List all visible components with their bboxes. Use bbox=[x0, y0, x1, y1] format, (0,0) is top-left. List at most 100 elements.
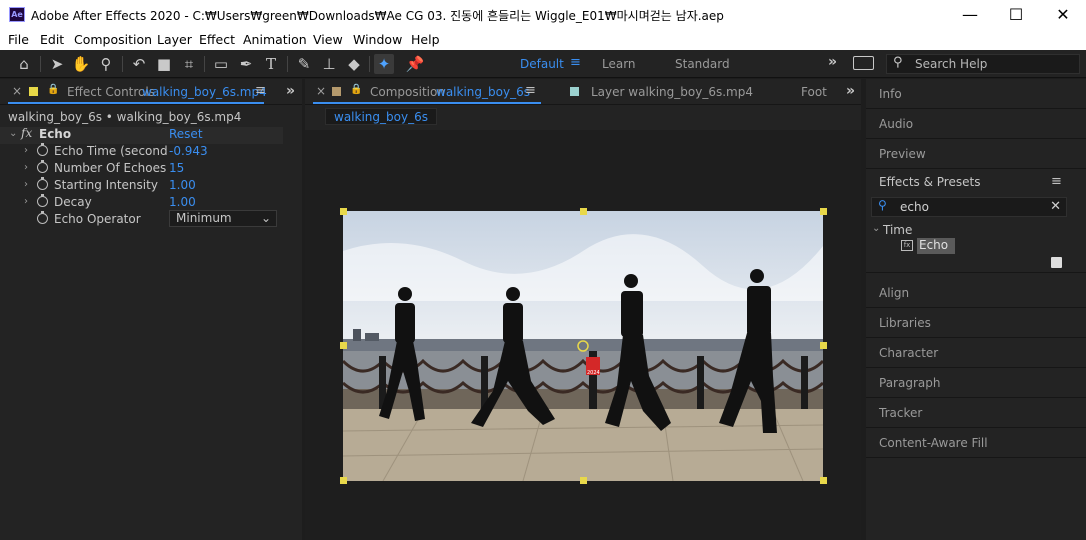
after-effects-app-icon: Ae bbox=[9, 7, 25, 22]
panel-menu-icon[interactable]: ≡ bbox=[255, 83, 266, 98]
echo-time-value[interactable]: -0.943 bbox=[169, 144, 208, 158]
starting-intensity-value[interactable]: 1.00 bbox=[169, 178, 196, 192]
composition-frame[interactable]: 2024 bbox=[343, 211, 823, 481]
minimize-button[interactable]: — bbox=[947, 0, 993, 30]
workspace-menu-icon[interactable]: ≡ bbox=[570, 55, 581, 70]
maximize-button[interactable]: ☐ bbox=[993, 0, 1039, 30]
menu-view[interactable]: View bbox=[313, 32, 343, 47]
stopwatch-icon[interactable] bbox=[37, 194, 48, 207]
more-workspaces-icon[interactable]: » bbox=[828, 54, 837, 70]
panel-libraries[interactable]: Libraries bbox=[866, 308, 1086, 338]
hand-tool-icon[interactable]: ✋ bbox=[71, 54, 91, 74]
echo-operator-dropdown[interactable]: Minimum ⌄ bbox=[169, 210, 277, 227]
panel-menu-icon[interactable]: ≡ bbox=[1051, 174, 1062, 189]
menu-animation[interactable]: Animation bbox=[243, 32, 307, 47]
reset-link[interactable]: Reset bbox=[169, 127, 203, 141]
comp-subtab[interactable]: walking_boy_6s bbox=[325, 108, 437, 125]
workspace-layout-icon[interactable] bbox=[853, 56, 874, 70]
panel-info[interactable]: Info bbox=[866, 79, 1086, 109]
rectangle-tool-icon[interactable]: ▭ bbox=[211, 54, 231, 74]
puppet-pin-tool-icon[interactable]: 📌 bbox=[405, 54, 425, 74]
search-icon: ⚲ bbox=[893, 55, 903, 70]
transform-handle[interactable] bbox=[820, 208, 827, 215]
tab-effect-controls-file[interactable]: walking_boy_6s.mp4 bbox=[142, 85, 267, 99]
lock-icon[interactable]: 🔒 bbox=[47, 84, 59, 95]
new-bin-icon[interactable] bbox=[1051, 257, 1062, 268]
fx-icon[interactable]: fx bbox=[21, 126, 32, 140]
zoom-tool-icon[interactable]: ⚲ bbox=[96, 54, 116, 74]
tab-footage[interactable]: Foot bbox=[801, 85, 827, 99]
stopwatch-icon[interactable] bbox=[37, 160, 48, 173]
transform-handle[interactable] bbox=[820, 477, 827, 484]
tree-item-echo[interactable]: Echo bbox=[917, 238, 955, 254]
transform-handle[interactable] bbox=[580, 477, 587, 484]
workspace-learn[interactable]: Learn bbox=[602, 57, 636, 71]
panel-tracker[interactable]: Tracker bbox=[866, 398, 1086, 428]
pan-behind-tool-icon[interactable]: ⌗ bbox=[179, 54, 199, 74]
expand-arrow-icon[interactable]: › bbox=[24, 196, 28, 207]
effects-search-field[interactable]: ⚲ echo ✕ bbox=[871, 197, 1067, 217]
lock-icon[interactable]: 🔒 bbox=[350, 84, 362, 95]
search-help-field[interactable]: ⚲ Search Help bbox=[886, 54, 1080, 74]
transform-handle[interactable] bbox=[340, 477, 347, 484]
workspace-default[interactable]: Default bbox=[520, 57, 564, 71]
panel-paragraph[interactable]: Paragraph bbox=[866, 368, 1086, 398]
selection-tool-icon[interactable]: ➤ bbox=[47, 54, 67, 74]
tab-composition-name[interactable]: walking_boy_6s bbox=[436, 85, 530, 99]
eraser-tool-icon[interactable]: ◆ bbox=[344, 54, 364, 74]
close-tab-icon[interactable]: × bbox=[316, 84, 326, 98]
menu-layer[interactable]: Layer bbox=[157, 32, 192, 47]
stopwatch-icon[interactable] bbox=[37, 143, 48, 156]
type-tool-icon[interactable]: T bbox=[261, 54, 281, 74]
expand-arrow-icon[interactable]: › bbox=[24, 179, 28, 190]
pen-tool-icon[interactable]: ✒ bbox=[236, 54, 256, 74]
menu-edit[interactable]: Edit bbox=[40, 32, 64, 47]
effects-presets-title[interactable]: Effects & Presets bbox=[879, 175, 980, 189]
more-panels-icon[interactable]: » bbox=[286, 83, 295, 99]
effect-header-row[interactable]: ⌄ fx Echo Reset bbox=[0, 126, 283, 144]
panel-content-aware-fill-label: Content-Aware Fill bbox=[879, 436, 988, 450]
workspace-standard[interactable]: Standard bbox=[675, 57, 730, 71]
panel-info-label: Info bbox=[879, 87, 902, 101]
panel-preview[interactable]: Preview bbox=[866, 139, 1086, 169]
expand-arrow-icon[interactable]: › bbox=[24, 162, 28, 173]
transform-handle[interactable] bbox=[820, 342, 827, 349]
number-of-echoes-value[interactable]: 15 bbox=[169, 161, 184, 175]
panel-menu-icon[interactable]: ≡ bbox=[525, 83, 536, 98]
close-tab-icon[interactable]: × bbox=[12, 84, 22, 98]
stopwatch-icon[interactable] bbox=[37, 211, 48, 224]
panel-character[interactable]: Character bbox=[866, 338, 1086, 368]
expand-arrow-icon[interactable]: ⌄ bbox=[872, 223, 880, 234]
close-window-button[interactable]: ✕ bbox=[1040, 0, 1086, 30]
home-icon[interactable]: ⌂ bbox=[14, 54, 34, 74]
transform-handle[interactable] bbox=[580, 208, 587, 215]
menu-window[interactable]: Window bbox=[353, 32, 402, 47]
menu-help[interactable]: Help bbox=[411, 32, 440, 47]
panel-content-aware-fill[interactable]: Content-Aware Fill bbox=[866, 428, 1086, 458]
expand-arrow-icon[interactable]: › bbox=[24, 145, 28, 156]
transform-handle[interactable] bbox=[340, 342, 347, 349]
clear-search-icon[interactable]: ✕ bbox=[1050, 199, 1061, 214]
menu-composition[interactable]: Composition bbox=[74, 32, 152, 47]
composition-panel-header: × 🔒 Composition walking_boy_6s ≡ Layer w… bbox=[305, 79, 861, 130]
effect-name: Echo bbox=[39, 127, 72, 141]
camera-tool-icon[interactable]: ■ bbox=[154, 54, 174, 74]
tab-composition[interactable]: Composition bbox=[370, 85, 445, 99]
tab-layer[interactable]: Layer walking_boy_6s.mp4 bbox=[591, 85, 753, 99]
expand-arrow-icon[interactable]: ⌄ bbox=[9, 128, 17, 139]
panel-audio-label: Audio bbox=[879, 117, 914, 131]
transform-handle[interactable] bbox=[340, 208, 347, 215]
rotation-tool-icon[interactable]: ↶ bbox=[129, 54, 149, 74]
clone-stamp-tool-icon[interactable]: ⊥ bbox=[319, 54, 339, 74]
tree-group-time[interactable]: Time bbox=[883, 223, 912, 237]
roto-brush-tool-icon[interactable]: ✦ bbox=[374, 54, 394, 74]
panel-align[interactable]: Align bbox=[866, 278, 1086, 308]
menu-effect[interactable]: Effect bbox=[199, 32, 235, 47]
decay-value[interactable]: 1.00 bbox=[169, 195, 196, 209]
menu-file[interactable]: File bbox=[8, 32, 29, 47]
more-panels-icon[interactable]: » bbox=[846, 83, 855, 99]
brush-tool-icon[interactable]: ✎ bbox=[294, 54, 314, 74]
toolbar-divider bbox=[287, 56, 288, 72]
stopwatch-icon[interactable] bbox=[37, 177, 48, 190]
panel-audio[interactable]: Audio bbox=[866, 109, 1086, 139]
